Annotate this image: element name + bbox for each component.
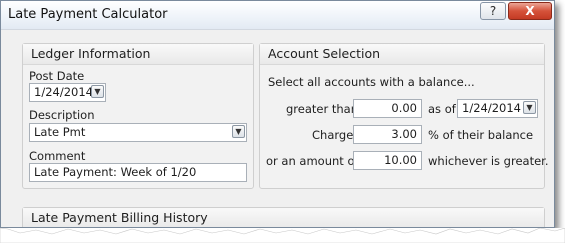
chevron-down-icon[interactable]: ▼ [523, 101, 536, 114]
charge-label: Charge [312, 128, 354, 142]
account-selection-header: Account Selection [260, 44, 544, 65]
charge-input[interactable]: 3.00 [353, 125, 422, 144]
window-title: Late Payment Calculator [8, 7, 168, 22]
or-amount-input[interactable]: 10.00 [353, 151, 422, 170]
post-date-label: Post Date [29, 69, 85, 83]
comment-value: Late Payment: Week of 1/20 [34, 165, 197, 179]
charge-suffix: % of their balance [428, 128, 534, 142]
question-mark-icon: ? [489, 4, 497, 18]
billing-history-panel: Late Payment Billing History [22, 207, 545, 227]
greater-than-input[interactable]: 0.00 [353, 99, 422, 118]
billing-history-header: Late Payment Billing History [23, 208, 544, 227]
help-button[interactable]: ? [480, 2, 506, 20]
chevron-down-icon[interactable]: ▼ [232, 125, 245, 138]
close-button[interactable]: X [508, 2, 552, 20]
comment-label: Comment [29, 149, 86, 163]
close-icon: X [525, 4, 535, 18]
charge-value: 3.00 [391, 127, 417, 141]
as-of-date-field[interactable]: 1/24/2014 ▼ [457, 99, 538, 118]
ledger-information-header: Ledger Information [23, 44, 253, 65]
ledger-information-panel: Ledger Information Post Date 1/24/2014 ▼… [22, 43, 254, 189]
account-selection-panel: Account Selection Select all accounts wi… [259, 43, 549, 189]
title-bar[interactable]: Late Payment Calculator ? X [1, 1, 554, 30]
account-instruction: Select all accounts with a balance... [268, 75, 475, 89]
post-date-value: 1/24/2014 [34, 85, 93, 99]
or-amount-suffix: whichever is greater. [428, 154, 549, 168]
greater-than-value: 0.00 [391, 101, 417, 115]
or-amount-label: or an amount of [266, 154, 359, 168]
post-date-field[interactable]: 1/24/2014 ▼ [29, 83, 106, 102]
description-select[interactable]: Late Pmt ▼ [29, 123, 247, 142]
torn-edge [0, 228, 565, 243]
late-payment-window: Late Payment Calculator ? X Ledger Infor… [0, 0, 555, 228]
greater-than-label: greater than [286, 102, 358, 116]
or-amount-value: 10.00 [384, 153, 417, 167]
description-label: Description [29, 108, 95, 122]
description-value: Late Pmt [34, 125, 86, 139]
as-of-label: as of [428, 102, 456, 116]
comment-field[interactable]: Late Payment: Week of 1/20 [29, 163, 247, 182]
chevron-down-icon[interactable]: ▼ [91, 85, 104, 98]
as-of-value: 1/24/2014 [462, 101, 521, 115]
